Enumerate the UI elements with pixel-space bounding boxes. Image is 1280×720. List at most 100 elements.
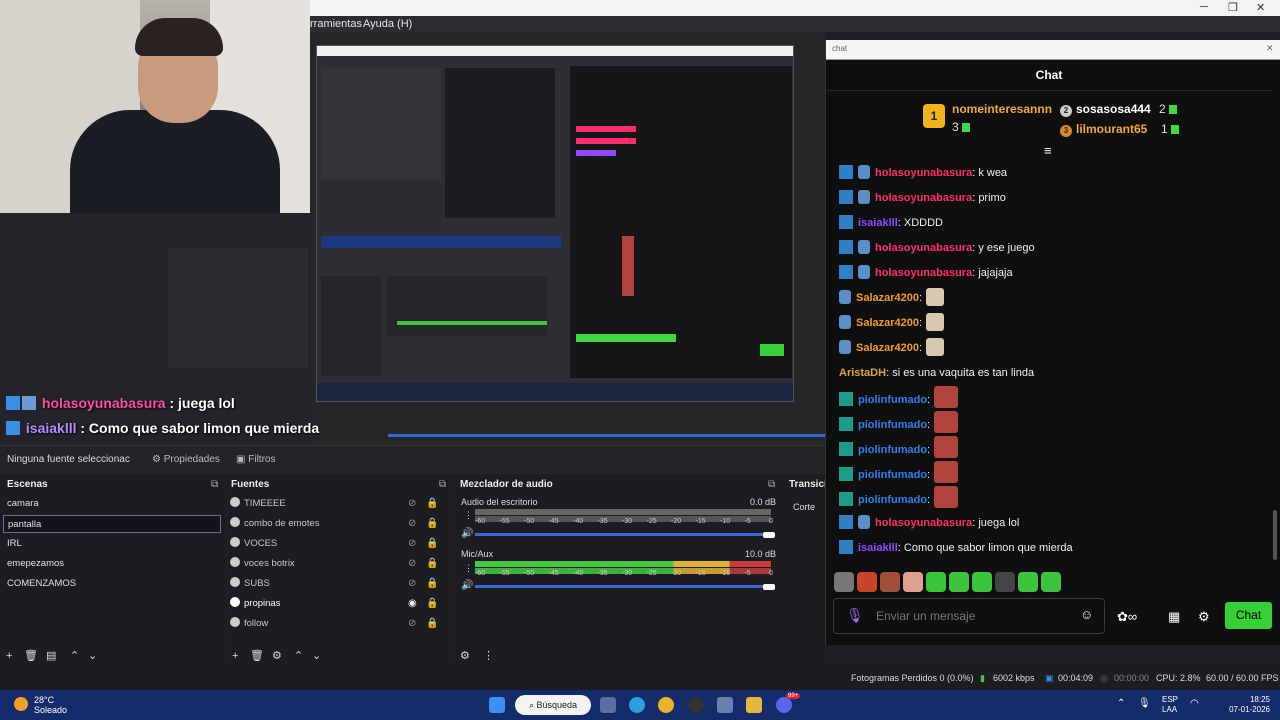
chat-username[interactable]: Salazar4200 <box>856 342 919 354</box>
close-icon[interactable]: ✕ <box>1256 1 1265 14</box>
face-emote-icon[interactable] <box>934 386 959 408</box>
emote-icon[interactable] <box>880 572 900 592</box>
add-icon[interactable]: + <box>232 650 238 662</box>
face-emote-icon[interactable] <box>934 461 959 483</box>
source-item[interactable]: voces botrix ⊘ 🔒 <box>230 555 450 573</box>
microphone-icon[interactable]: 🎙 <box>1138 698 1151 709</box>
source-item[interactable]: propinas ◉ 🔒 <box>230 595 450 613</box>
chat-username[interactable]: piolinfumado <box>858 494 927 506</box>
lock-icon[interactable]: 🔒 <box>426 555 438 573</box>
close-icon[interactable]: ✕ <box>1266 43 1274 54</box>
obs-icon[interactable] <box>688 697 704 713</box>
scene-item[interactable]: COMENZAMOS <box>3 575 221 593</box>
chat-username[interactable]: piolinfumado <box>858 419 927 431</box>
scene-item[interactable]: camara <box>3 495 221 513</box>
lock-icon[interactable]: 🔒 <box>426 615 438 633</box>
chat-username[interactable]: piolinfumado <box>858 394 927 406</box>
emote-icon[interactable] <box>857 572 877 592</box>
cat-emote-icon[interactable] <box>926 338 945 356</box>
chat-username[interactable]: AristaDH <box>839 367 886 379</box>
scene-item[interactable]: IRL <box>3 535 221 553</box>
chat-message-input[interactable] <box>874 607 1078 625</box>
chat-scrollbar[interactable] <box>1273 510 1277 560</box>
lock-icon[interactable]: 🔒 <box>426 535 438 553</box>
face-emote-icon[interactable] <box>934 411 959 433</box>
emote-icon[interactable] <box>972 572 992 592</box>
chevron-up-icon[interactable]: ⌃ <box>1117 698 1125 709</box>
chat-username[interactable]: piolinfumado <box>858 469 927 481</box>
task-view-icon[interactable] <box>600 697 616 713</box>
chat-username[interactable]: holasoyunabasura <box>875 192 972 204</box>
chat-username[interactable]: piolinfumado <box>858 444 927 456</box>
chat-username[interactable]: holasoyunabasura <box>875 242 972 254</box>
emote-icon[interactable] <box>1041 572 1061 592</box>
chat-username[interactable]: isaiaklll <box>858 217 898 229</box>
edge-icon[interactable] <box>629 697 645 713</box>
gear-icon[interactable]: ⚙ <box>460 649 470 662</box>
chat-username[interactable]: Salazar4200 <box>856 292 919 304</box>
menu-help[interactable]: Ayuda (H) <box>363 18 412 30</box>
properties-button[interactable]: ⚙ Propiedades <box>152 454 220 465</box>
speaker-icon[interactable]: 🔊 <box>461 528 473 539</box>
face-emote-icon[interactable] <box>934 436 959 458</box>
down-icon[interactable]: ⌄ <box>312 649 321 662</box>
region[interactable]: LAA <box>1162 705 1177 714</box>
lock-icon[interactable]: 🔒 <box>426 595 438 613</box>
hidden-eye-icon[interactable]: ⊘ <box>408 515 416 533</box>
filter-icon[interactable]: ▤ <box>46 649 56 662</box>
chat-username[interactable]: isaiaklll <box>858 542 898 554</box>
folder-icon[interactable] <box>746 697 762 713</box>
gear-icon[interactable]: ⚙ <box>1198 609 1210 625</box>
bits-icon[interactable]: ✿∞ <box>1117 609 1137 625</box>
clock-date[interactable]: 07-01-2026 <box>1212 705 1270 714</box>
hidden-eye-icon[interactable]: ⊘ <box>408 575 416 593</box>
kebab-menu-icon[interactable]: ⋮ <box>464 510 473 521</box>
hidden-eye-icon[interactable]: ⊘ <box>408 615 416 633</box>
speaker-icon[interactable]: 🔊 <box>461 580 473 591</box>
transition-cut[interactable]: Corte <box>793 502 815 512</box>
source-item[interactable]: VOCES ⊘ 🔒 <box>230 535 450 553</box>
trash-icon[interactable]: 🗑 <box>24 649 38 662</box>
undock-icon[interactable]: ⧉ <box>439 479 446 490</box>
up-icon[interactable]: ⌃ <box>294 649 303 662</box>
emoji-icon[interactable]: ☺ <box>1080 607 1093 622</box>
scene-item[interactable]: emepezamos <box>3 555 221 573</box>
maximize-icon[interactable]: ❐ <box>1228 1 1238 14</box>
down-icon[interactable]: ⌄ <box>88 649 97 662</box>
volume-slider[interactable] <box>475 585 769 588</box>
chat-input-box[interactable]: 🎙 ☺ <box>833 598 1105 634</box>
source-item[interactable]: TIMEEEE ⊘ 🔒 <box>230 495 450 513</box>
clock-time[interactable]: 18:25 <box>1212 695 1270 704</box>
eye-icon[interactable]: ◉ <box>408 595 417 613</box>
lock-icon[interactable]: 🔒 <box>426 495 438 513</box>
volume-knob[interactable] <box>763 584 775 590</box>
kebab-menu-icon[interactable]: ⋮ <box>483 649 494 662</box>
filters-button[interactable]: ▣ Filtros <box>236 454 275 465</box>
cat-emote-icon[interactable] <box>926 288 945 306</box>
volume-knob[interactable] <box>763 532 775 538</box>
wifi-icon[interactable]: ◠ <box>1190 698 1199 709</box>
emote-icon[interactable] <box>926 572 946 592</box>
emote-icon[interactable] <box>834 572 854 592</box>
undock-icon[interactable]: ⧉ <box>211 479 218 490</box>
store-icon[interactable]: ▦ <box>1168 609 1180 625</box>
volume-slider[interactable] <box>475 533 769 536</box>
microphone-icon[interactable]: 🎙 <box>846 607 864 624</box>
chrome-icon[interactable] <box>658 697 674 713</box>
minimize-icon[interactable]: ─ <box>1200 1 1208 13</box>
hidden-eye-icon[interactable]: ⊘ <box>408 555 416 573</box>
source-item[interactable]: SUBS ⊘ 🔒 <box>230 575 450 593</box>
emote-icon[interactable] <box>949 572 969 592</box>
chat-username[interactable]: holasoyunabasura <box>875 167 972 179</box>
emote-icon[interactable] <box>1018 572 1038 592</box>
emote-icon[interactable] <box>995 572 1015 592</box>
windows-start-icon[interactable] <box>489 697 505 713</box>
undock-icon[interactable]: ⧉ <box>768 479 775 490</box>
lock-icon[interactable]: 🔒 <box>426 515 438 533</box>
gear-icon[interactable]: ⚙ <box>272 649 282 662</box>
settings-icon[interactable] <box>717 697 733 713</box>
discord-icon[interactable] <box>776 697 792 713</box>
chat-username[interactable]: Salazar4200 <box>856 317 919 329</box>
menu-tools[interactable]: rramientas <box>310 18 362 30</box>
chat-username[interactable]: holasoyunabasura <box>875 267 972 279</box>
